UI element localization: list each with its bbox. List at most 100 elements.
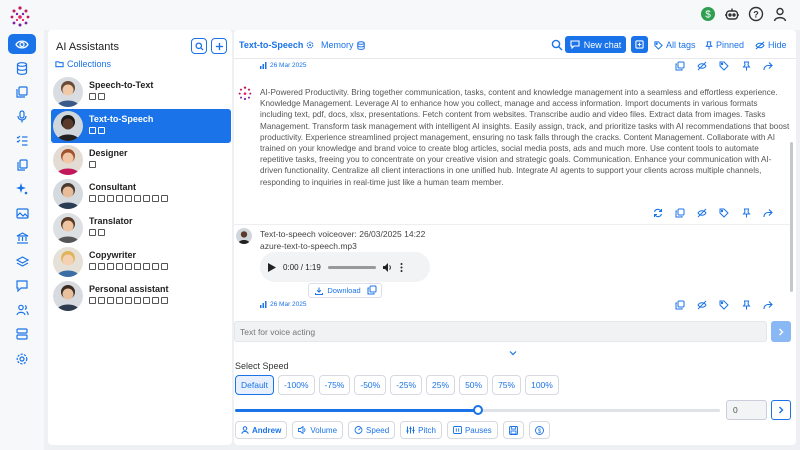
copy-small-icon[interactable] (675, 61, 685, 71)
tab-memory[interactable]: Memory (321, 40, 365, 50)
nav-microphone-button[interactable] (8, 107, 36, 127)
search-icon[interactable] (551, 39, 563, 51)
nav-server-button[interactable] (8, 324, 36, 344)
copy-small-icon[interactable] (675, 208, 685, 218)
hide-button[interactable]: Hide (755, 40, 787, 50)
capability-icon (98, 297, 105, 304)
chevron-down-icon[interactable] (508, 349, 518, 357)
speed-chip[interactable]: 75% (492, 375, 522, 395)
speed-chip[interactable]: 50% (459, 375, 489, 395)
capability-icon (98, 195, 105, 202)
audio-seek-bar[interactable] (327, 265, 376, 269)
dollar-icon[interactable]: $ (700, 6, 716, 22)
copy-link-icon[interactable] (367, 285, 377, 295)
nav-eye-button[interactable] (8, 34, 36, 54)
message-actions (675, 61, 773, 71)
eye-off-icon[interactable] (697, 300, 707, 310)
nav-checklist-button[interactable] (8, 131, 36, 151)
speed-chip[interactable]: 25% (426, 375, 456, 395)
speed-value-input[interactable] (726, 400, 767, 420)
search-assistants-button[interactable] (191, 38, 207, 54)
assistant-item[interactable]: Text-to-Speech (51, 109, 231, 143)
nav-users-button[interactable] (8, 300, 36, 320)
assistant-item[interactable]: Consultant (51, 177, 231, 211)
capability-icon (152, 263, 159, 270)
volume-button[interactable]: Volume (292, 421, 344, 439)
speed-button[interactable]: Speed (348, 421, 396, 439)
speed-chip[interactable]: -75% (318, 375, 351, 395)
play-icon[interactable] (268, 262, 276, 272)
nav-image-button[interactable] (8, 203, 36, 223)
message-date-label: 26 Mar 2025 (270, 62, 307, 69)
pin-icon[interactable] (741, 61, 751, 71)
save-preset-button[interactable] (502, 421, 524, 439)
pin-icon[interactable] (741, 208, 751, 218)
pinned-filter[interactable]: Pinned (705, 40, 744, 50)
nav-gallery-button[interactable] (8, 82, 36, 102)
help-icon[interactable]: ? (748, 6, 764, 22)
more-options-icon[interactable] (400, 262, 403, 272)
nav-database-button[interactable] (8, 58, 36, 78)
audio-player[interactable]: 0:00 / 1:19 (260, 252, 430, 282)
user-icon[interactable] (772, 6, 788, 22)
new-chat-button[interactable]: New chat (565, 36, 626, 53)
add-assistant-button[interactable] (211, 38, 227, 54)
robot-icon[interactable] (724, 6, 740, 22)
speed-chip[interactable]: -50% (354, 375, 387, 395)
all-tags-filter[interactable]: All tags (654, 40, 696, 50)
collections-link[interactable]: Collections (55, 59, 111, 69)
share-icon[interactable] (763, 61, 773, 71)
pitch-button[interactable]: Pitch (400, 421, 442, 439)
pauses-button[interactable]: Pauses (446, 421, 498, 439)
divider (234, 58, 796, 59)
eye-off-icon[interactable] (697, 208, 707, 218)
share-icon[interactable] (763, 300, 773, 310)
svg-text:$: $ (705, 10, 711, 21)
chat-icon (16, 280, 28, 292)
eye-off-icon[interactable] (697, 61, 707, 71)
speed-chip[interactable]: Default (235, 375, 274, 395)
export-chat-button[interactable] (631, 36, 648, 53)
speed-chip[interactable]: -100% (277, 375, 315, 395)
capability-icon (161, 297, 168, 304)
capability-icon (89, 93, 96, 100)
app-logo-icon[interactable] (8, 5, 32, 27)
scrollbar[interactable] (790, 142, 793, 292)
voice-select-button[interactable]: Andrew (235, 421, 288, 439)
nav-copy-button[interactable] (8, 155, 36, 175)
tag-icon[interactable] (719, 208, 729, 218)
apply-speed-button[interactable] (771, 400, 791, 420)
assistant-item[interactable]: Translator (51, 211, 231, 245)
slider-fill (235, 409, 478, 412)
cost-button[interactable]: $ (528, 421, 550, 439)
speed-slider[interactable] (235, 405, 720, 415)
assistant-item[interactable]: Designer (51, 143, 231, 177)
speed-chip[interactable]: 100% (525, 375, 559, 395)
tag-icon[interactable] (719, 61, 729, 71)
voice-text-input[interactable] (234, 321, 767, 342)
capability-icon (116, 263, 123, 270)
avatar (53, 281, 83, 311)
slider-thumb[interactable] (472, 405, 483, 415)
assistant-item[interactable]: Copywriter (51, 245, 231, 279)
nav-sparkles-button[interactable] (8, 179, 36, 199)
capability-icon (89, 263, 96, 270)
speed-chip[interactable]: -25% (390, 375, 423, 395)
nav-bank-button[interactable] (8, 228, 36, 248)
download-label: Download (327, 286, 361, 295)
nav-chat-button[interactable] (8, 276, 36, 296)
nav-settings-button[interactable] (8, 349, 36, 369)
send-button[interactable] (771, 321, 791, 342)
pin-icon[interactable] (741, 300, 751, 310)
tag-icon[interactable] (719, 300, 729, 310)
nav-layers-button[interactable] (8, 252, 36, 272)
copy-small-icon[interactable] (675, 300, 685, 310)
volume-icon[interactable] (382, 262, 393, 272)
assistant-item[interactable]: Speech-to-Text (51, 75, 231, 109)
assistant-item[interactable]: Personal assistant (51, 279, 231, 313)
capability-icon (152, 195, 159, 202)
tab-text-to-speech[interactable]: Text-to-Speech (239, 40, 314, 50)
share-icon[interactable] (763, 208, 773, 218)
repeat-icon[interactable] (653, 208, 663, 218)
assistant-capabilities (89, 93, 105, 100)
